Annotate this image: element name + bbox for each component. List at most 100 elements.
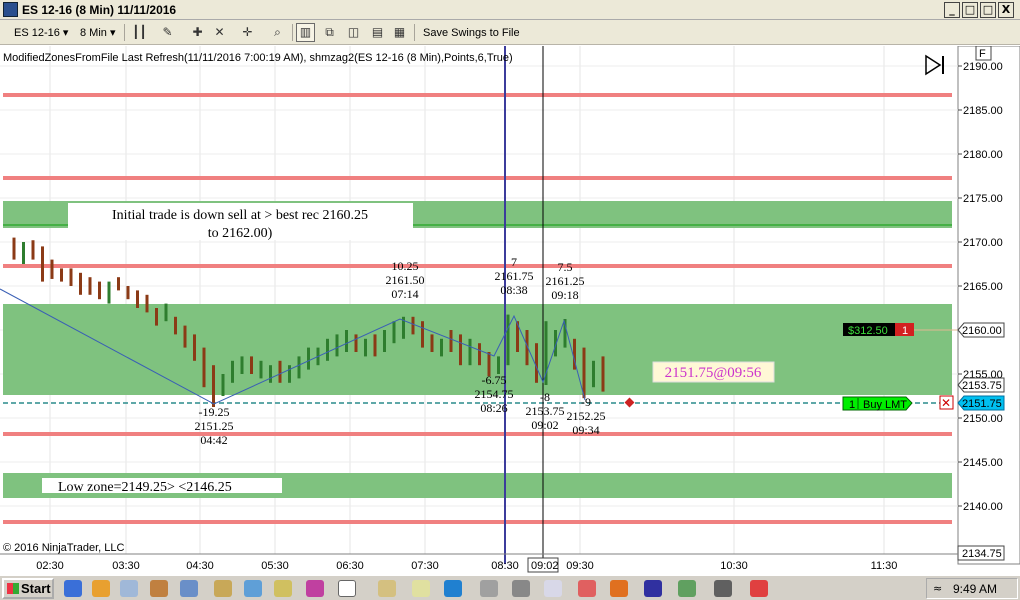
- window-icon[interactable]: [544, 580, 562, 597]
- swing-label: 2161.50: [386, 273, 425, 287]
- interval-selector[interactable]: 8 Min ▾: [80, 24, 115, 42]
- time-axis-label: 04:30: [186, 560, 214, 572]
- swing-label: -6.75: [482, 373, 507, 387]
- system-tray: ≈ 9:49 AM: [926, 578, 1018, 599]
- time-axis-label: 10:30: [720, 560, 748, 572]
- pin-icon[interactable]: ✚: [188, 23, 207, 42]
- chart-style-icon[interactable]: ◫: [344, 23, 363, 42]
- cancel-order-icon: ✕: [941, 396, 951, 410]
- price-time-label: 2151.75@09:56: [665, 365, 762, 381]
- cursor-time-label: 09:02: [531, 560, 559, 572]
- swing-label: 09:34: [572, 423, 599, 437]
- zoom-icon[interactable]: ⌕: [268, 23, 287, 42]
- price-axis-label: 2150.00: [963, 413, 1003, 425]
- window-icon[interactable]: [180, 580, 198, 597]
- internet-explorer-icon[interactable]: [64, 580, 82, 597]
- copyright-label: © 2016 NinjaTrader, LLC: [3, 542, 124, 554]
- pipe-icon[interactable]: [480, 580, 498, 597]
- firefox-icon[interactable]: [610, 580, 628, 597]
- restore-down-button[interactable]: □: [980, 2, 996, 18]
- swing-label: 04:42: [200, 433, 227, 447]
- time-axis-label: 06:30: [336, 560, 364, 572]
- start-button[interactable]: Start: [2, 578, 54, 599]
- swing-label: 2152.25: [567, 409, 606, 423]
- order-type-label: Buy LMT: [863, 399, 907, 411]
- media-icon[interactable]: [644, 580, 662, 597]
- swing-label: 09:02: [531, 418, 558, 432]
- time-axis-label: 02:30: [36, 560, 64, 572]
- disabled-tool-icon[interactable]: ✕: [210, 23, 229, 42]
- app-icon: [3, 2, 18, 17]
- headphones-icon[interactable]: [512, 580, 530, 597]
- folder-icon[interactable]: [214, 580, 232, 597]
- price-axis-label: 2190.00: [963, 61, 1003, 73]
- ninjatrader-icon[interactable]: [338, 580, 356, 597]
- instrument-label: ES 12-16: [14, 27, 60, 39]
- swing-label: 2161.75: [495, 269, 534, 283]
- indicator-info-line: ModifiedZonesFromFile Last Refresh(11/11…: [3, 52, 513, 64]
- paint-icon[interactable]: [578, 580, 596, 597]
- low-zone-label: Low zone=2149.25> <2146.25: [58, 480, 232, 495]
- toolbar-separator: [124, 24, 125, 41]
- time-axis-label: 11:30: [871, 560, 898, 572]
- price-chart[interactable]: -19.252151.2504:42 10.252161.5007:14 -6.75…: [0, 46, 1020, 575]
- swing-label: 09:18: [551, 288, 578, 302]
- time-axis-label: 03:30: [112, 560, 140, 572]
- swing-label: 2151.25: [195, 419, 234, 433]
- price-axis-label: 2170.00: [963, 237, 1003, 249]
- price-axis-label: 2185.00: [963, 105, 1003, 117]
- swing-label: -8: [540, 390, 550, 404]
- initial-trade-line2: to 2162.00): [208, 226, 273, 241]
- pencil-icon[interactable]: ✎: [158, 23, 177, 42]
- swing-label: 08:38: [500, 283, 527, 297]
- people-icon[interactable]: [678, 580, 696, 597]
- minimize-button[interactable]: _: [944, 2, 960, 18]
- book-icon[interactable]: [274, 580, 292, 597]
- position-qty: 1: [902, 325, 908, 337]
- crosshair-icon[interactable]: ✛: [238, 23, 257, 42]
- price-axis-label: 2140.00: [963, 501, 1003, 513]
- indicators-icon[interactable]: ▥: [296, 23, 315, 42]
- price-axis-label: 2145.00: [963, 457, 1003, 469]
- clock: 9:49 AM: [953, 582, 998, 596]
- time-axis-label: 07:30: [411, 560, 439, 572]
- swing-label: 7.5: [558, 260, 573, 274]
- instrument-selector[interactable]: ES 12-16 ▾: [14, 24, 68, 42]
- initial-trade-line1: Initial trade is down sell at > best rec…: [112, 208, 368, 223]
- position-price-tag-label: 2160.00: [962, 325, 1002, 337]
- chrome-icon[interactable]: [750, 580, 768, 597]
- swing-label: 08:26: [480, 401, 507, 415]
- strategies-icon[interactable]: ⧉: [320, 23, 339, 42]
- bar-type-icon[interactable]: ┃┃: [130, 23, 149, 42]
- last-price-tag-label: 2153.75: [962, 380, 1002, 392]
- title-bar[interactable]: ES 12-16 (8 Min) 11/11/2016 _ □ □ X: [0, 0, 1020, 20]
- restore-button[interactable]: □: [962, 2, 978, 18]
- swing-label: 2153.75: [526, 404, 565, 418]
- interval-label: 8 Min: [80, 27, 107, 39]
- swing-label: 10.25: [392, 259, 419, 273]
- window-icon[interactable]: [244, 580, 262, 597]
- gear-icon[interactable]: [714, 580, 732, 597]
- f-button-label: F: [979, 48, 986, 60]
- skype-icon[interactable]: [444, 580, 462, 597]
- close-button[interactable]: X: [998, 2, 1014, 18]
- data-box-icon[interactable]: ▤: [368, 23, 387, 42]
- swing-label: 2161.25: [546, 274, 585, 288]
- tool-icon[interactable]: [150, 580, 168, 597]
- multicolor-icon[interactable]: [306, 580, 324, 597]
- app-icon[interactable]: [120, 580, 138, 597]
- save-swings-button[interactable]: Save Swings to File: [423, 24, 520, 42]
- toolbar-separator: [414, 24, 415, 41]
- mail-icon[interactable]: [378, 580, 396, 597]
- scanner-icon[interactable]: [412, 580, 430, 597]
- smiley-icon[interactable]: [92, 580, 110, 597]
- swing-label: -9: [581, 395, 591, 409]
- chevron-up-icon[interactable]: ≈: [933, 582, 942, 595]
- position-pnl-label: $312.50: [848, 325, 888, 337]
- price-axis-label: 2180.00: [963, 149, 1003, 161]
- low-price-tag-label: 2134.75: [962, 548, 1002, 560]
- order-qty: 1: [849, 399, 855, 411]
- properties-icon[interactable]: ▦: [390, 23, 409, 42]
- time-axis-label: 08:30: [491, 560, 519, 572]
- swing-label: 07:14: [391, 287, 418, 301]
